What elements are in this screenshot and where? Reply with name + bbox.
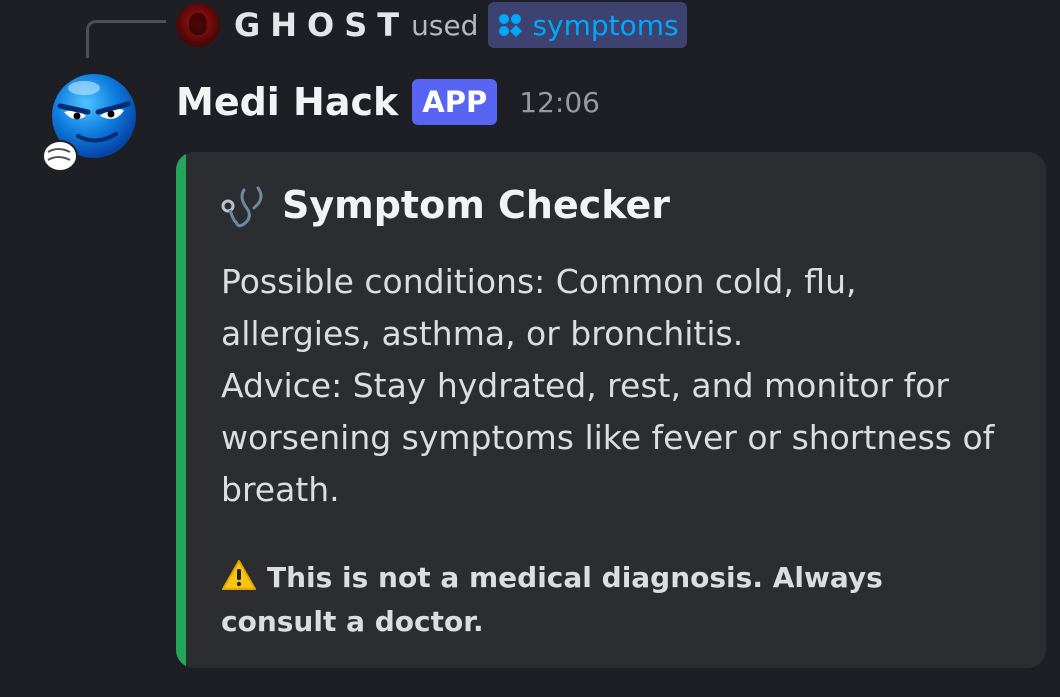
disclaimer-text: This is not a medical diagnosis. Always … [221, 561, 883, 638]
slash-command-chip[interactable]: symptoms [488, 2, 687, 48]
message-timestamp[interactable]: 12:06 [519, 86, 600, 119]
embed-conditions-line: Possible conditions: Common cold, flu, a… [221, 262, 857, 353]
reply-used-label: used [411, 8, 479, 42]
replied-user-avatar[interactable] [176, 3, 220, 47]
reply-reference[interactable]: GHOST used symptoms [176, 0, 687, 50]
command-name: symptoms [532, 8, 679, 42]
message-header: Medi Hack APP 12:06 [176, 74, 600, 130]
embed-card: Symptom Checker Possible conditions: Com… [176, 152, 1046, 668]
stethoscope-icon [221, 186, 263, 228]
replied-username[interactable]: GHOST [234, 6, 409, 44]
app-badge: APP [412, 79, 498, 125]
bot-username[interactable]: Medi Hack [176, 80, 398, 124]
embed-accent-bar [176, 152, 186, 668]
embed-description: Possible conditions: Common cold, flu, a… [221, 256, 1011, 516]
embed-title: Symptom Checker [218, 176, 670, 234]
bot-avatar[interactable] [40, 72, 138, 176]
embed-disclaimer: This is not a medical diagnosis. Always … [221, 556, 981, 644]
app-command-icon [499, 14, 523, 37]
warning-icon [222, 560, 256, 590]
reply-connector [86, 20, 166, 58]
embed-title-text: Symptom Checker [282, 183, 671, 227]
blue-smiley-avatar-icon [42, 74, 136, 172]
embed-advice-line: Advice: Stay hydrated, rest, and monitor… [221, 366, 995, 509]
